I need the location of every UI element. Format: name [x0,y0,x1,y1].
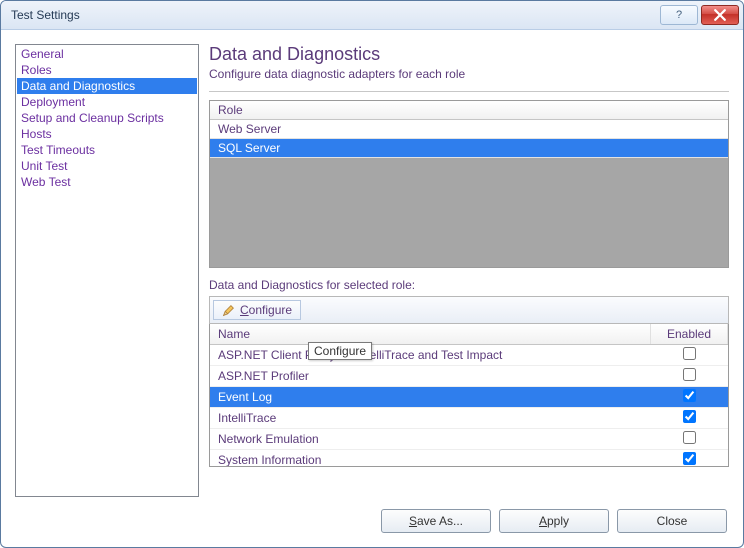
system-buttons: ? [660,5,739,25]
adapter-enabled-checkbox[interactable] [683,347,696,360]
adapter-enabled-cell [651,345,728,366]
adapters-table-wrap[interactable]: Configure Name Enabled ASP.NET Client Pr… [209,324,729,467]
pencil-icon [222,304,235,317]
help-button[interactable]: ? [660,5,698,25]
adapters-table: Name Enabled ASP.NET Client Proxy for In… [210,324,728,467]
sidebar-item-web-test[interactable]: Web Test [17,174,197,190]
sidebar-item-setup-and-cleanup-scripts[interactable]: Setup and Cleanup Scripts [17,110,197,126]
adapter-name: Network Emulation [210,429,651,450]
role-row[interactable]: SQL Server [210,139,728,158]
adapter-enabled-checkbox[interactable] [683,389,696,402]
adapter-row[interactable]: IntelliTrace [210,408,728,429]
adapter-name: System Information [210,450,651,468]
adapter-enabled-cell [651,429,728,450]
sidebar-item-hosts[interactable]: Hosts [17,126,197,142]
main-panel: Data and Diagnostics Configure data diag… [209,44,729,497]
adapter-enabled-checkbox[interactable] [683,410,696,423]
dialog-body: GeneralRolesData and DiagnosticsDeployme… [1,30,743,497]
sidebar-item-test-timeouts[interactable]: Test Timeouts [17,142,197,158]
adapter-row[interactable]: ASP.NET Client Proxy for IntelliTrace an… [210,345,728,366]
sidebar-item-unit-test[interactable]: Unit Test [17,158,197,174]
adapter-name: Event Log [210,387,651,408]
roles-list[interactable]: Role Web ServerSQL Server [209,100,729,268]
close-icon [714,9,726,21]
adapter-enabled-checkbox[interactable] [683,452,696,465]
roles-header: Role [210,101,728,120]
adapter-enabled-cell [651,408,728,429]
adapter-name: ASP.NET Profiler [210,366,651,387]
adapter-name: IntelliTrace [210,408,651,429]
page-subtitle: Configure data diagnostic adapters for e… [209,67,729,81]
window-title: Test Settings [11,8,660,22]
sidebar-item-deployment[interactable]: Deployment [17,94,197,110]
configure-tooltip: Configure [308,342,372,360]
divider [209,91,729,92]
adapter-name: ASP.NET Client Proxy for IntelliTrace an… [210,345,651,366]
close-button[interactable]: Close [617,509,727,533]
save-as-button[interactable]: Save As... [381,509,491,533]
close-window-button[interactable] [701,5,739,25]
adapter-enabled-cell [651,450,728,468]
role-row[interactable]: Web Server [210,120,728,139]
roles-empty-area [210,158,728,267]
col-enabled[interactable]: Enabled [651,324,728,345]
configure-button-label: Configure [240,303,292,317]
adapters-section-label: Data and Diagnostics for selected role: [209,278,729,292]
sidebar-item-data-and-diagnostics[interactable]: Data and Diagnostics [17,78,197,94]
page-title: Data and Diagnostics [209,44,729,65]
category-sidebar[interactable]: GeneralRolesData and DiagnosticsDeployme… [15,44,199,497]
sidebar-item-roles[interactable]: Roles [17,62,197,78]
configure-toolbar: Configure [209,296,729,324]
adapter-row[interactable]: ASP.NET Profiler [210,366,728,387]
col-name[interactable]: Name [210,324,651,345]
adapter-row[interactable]: System Information [210,450,728,468]
test-settings-dialog: Test Settings ? GeneralRolesData and Dia… [0,0,744,548]
dialog-footer: Save As... Apply Close [1,497,743,547]
adapter-row[interactable]: Network Emulation [210,429,728,450]
titlebar: Test Settings ? [1,1,743,30]
sidebar-item-general[interactable]: General [17,46,197,62]
apply-button[interactable]: Apply [499,509,609,533]
adapter-enabled-checkbox[interactable] [683,431,696,444]
adapter-enabled-checkbox[interactable] [683,368,696,381]
adapter-enabled-cell [651,366,728,387]
adapter-enabled-cell [651,387,728,408]
adapter-row[interactable]: Event Log [210,387,728,408]
configure-button[interactable]: Configure [213,300,301,320]
